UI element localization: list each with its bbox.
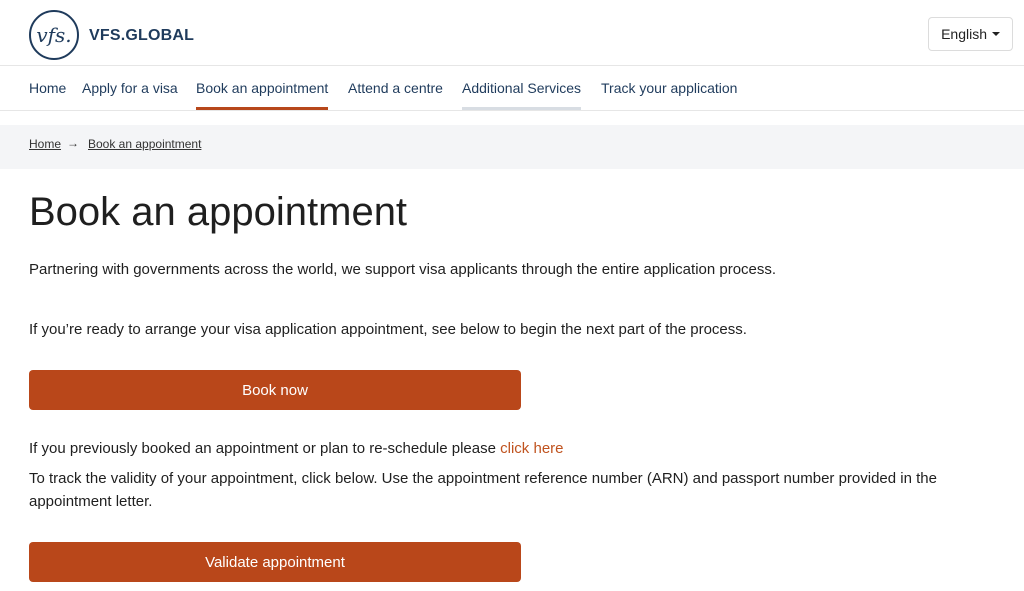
main-nav: Home Apply for a visa Book an appointmen… xyxy=(0,67,1024,111)
language-selector[interactable]: English xyxy=(928,17,1013,51)
vfs-logo-icon[interactable]: vfs. xyxy=(29,10,79,60)
nav-item-attend-a-centre[interactable]: Attend a centre xyxy=(348,80,443,96)
book-now-button[interactable]: Book now xyxy=(29,370,521,410)
track-text: To track the validity of your appointmen… xyxy=(29,470,937,510)
nav-item-home[interactable]: Home xyxy=(29,80,66,96)
breadcrumb-current-link[interactable]: Book an appointment xyxy=(88,137,201,151)
nav-item-additional-services[interactable]: Additional Services xyxy=(462,80,582,110)
page-title: Book an appointment xyxy=(29,190,408,234)
validate-appointment-button[interactable]: Validate appointment xyxy=(29,542,521,582)
book-now-label: Book now xyxy=(242,381,308,399)
language-label: English xyxy=(941,26,987,42)
nav-item-apply-for-a-visa[interactable]: Apply for a visa xyxy=(82,80,178,96)
intro-text: Partnering with governments across the w… xyxy=(29,261,777,278)
reschedule-text: If you previously booked an appointment … xyxy=(29,437,564,460)
nav-item-book-an-appointment[interactable]: Book an appointment xyxy=(196,80,329,110)
site-header: vfs. VFS.GLOBAL English xyxy=(0,0,1024,66)
caret-down-icon xyxy=(992,32,1000,36)
click-here-link[interactable]: click here xyxy=(500,440,563,457)
arrow-right-icon: → xyxy=(67,136,79,150)
breadcrumb: Home → Book an appointment xyxy=(0,125,1024,169)
ready-text: If you’re ready to arrange your visa app… xyxy=(29,321,747,338)
breadcrumb-home-link[interactable]: Home xyxy=(29,137,61,151)
validate-appointment-label: Validate appointment xyxy=(205,553,345,571)
nav-item-track-your-application[interactable]: Track your application xyxy=(601,80,737,96)
logo-text[interactable]: VFS.GLOBAL xyxy=(89,27,194,45)
reschedule-label: If you previously booked an appointment … xyxy=(29,440,496,457)
logo-mark: vfs. xyxy=(36,23,72,47)
